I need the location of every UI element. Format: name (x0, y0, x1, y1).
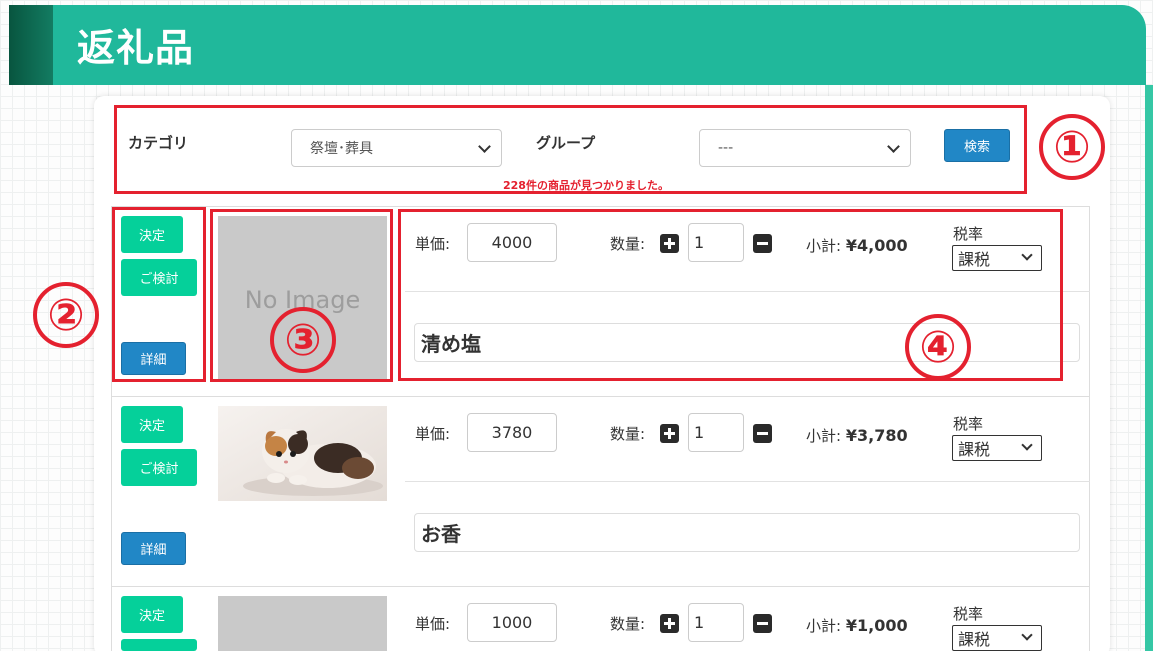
chevron-down-icon (1021, 629, 1033, 641)
subtotal-value: ¥1,000 (845, 616, 908, 635)
decide-button[interactable]: 決定 (121, 406, 183, 443)
tax-rate-label: 税率 (953, 605, 984, 623)
plus-icon[interactable] (660, 614, 679, 633)
annotation-number-4: ④ (905, 314, 971, 380)
subtotal-label: 小計: (806, 617, 842, 635)
quantity-label: 数量: (610, 425, 646, 443)
product-image-kitten (218, 406, 387, 501)
annotation-box-search (114, 105, 1027, 194)
quantity-input[interactable]: 1 (688, 603, 744, 642)
detail-button[interactable]: 詳細 (121, 532, 186, 565)
subtotal: 小計: ¥1,000 (806, 615, 908, 636)
subtotal: 小計: ¥3,780 (806, 425, 908, 446)
product-name-input[interactable]: お香 (414, 513, 1080, 552)
unit-price-input[interactable]: 1000 (467, 603, 557, 642)
tax-rate-label: 税率 (953, 415, 984, 433)
quantity-input[interactable]: 1 (688, 413, 744, 452)
annotation-number-3: ③ (270, 307, 336, 373)
unit-price-label: 単価: (415, 615, 451, 633)
subtotal-value: ¥3,780 (845, 426, 908, 445)
subtotal-label: 小計: (806, 427, 842, 445)
plus-icon[interactable] (660, 424, 679, 443)
tax-rate-select[interactable]: 課税 (952, 625, 1042, 651)
page-header: 返礼品 (9, 5, 1146, 85)
annotation-number-1: ① (1039, 114, 1105, 180)
right-accent-stripe (1145, 85, 1153, 651)
row-divider (111, 206, 1090, 207)
minus-icon[interactable] (753, 614, 772, 633)
row-divider (111, 396, 1090, 397)
annotation-box-buttons (112, 207, 206, 382)
tax-rate-value: 課税 (958, 440, 991, 459)
decide-button[interactable]: 決定 (121, 596, 183, 633)
header-accent-bar (9, 5, 53, 85)
consider-button[interactable]: ご検討 (121, 449, 197, 486)
unit-price-label: 単価: (415, 425, 451, 443)
minus-icon[interactable] (753, 424, 772, 443)
row-inner-divider (405, 481, 1090, 482)
row-divider (111, 586, 1090, 587)
chevron-down-icon (1021, 439, 1033, 451)
page-title: 返礼品 (77, 26, 195, 70)
consider-button[interactable] (121, 639, 197, 651)
tax-rate-value: 課税 (958, 630, 991, 649)
annotation-number-2: ② (33, 282, 99, 348)
tax-rate-select[interactable]: 課税 (952, 435, 1042, 461)
quantity-label: 数量: (610, 615, 646, 633)
unit-price-input[interactable]: 3780 (467, 413, 557, 452)
product-image-placeholder (218, 596, 387, 651)
